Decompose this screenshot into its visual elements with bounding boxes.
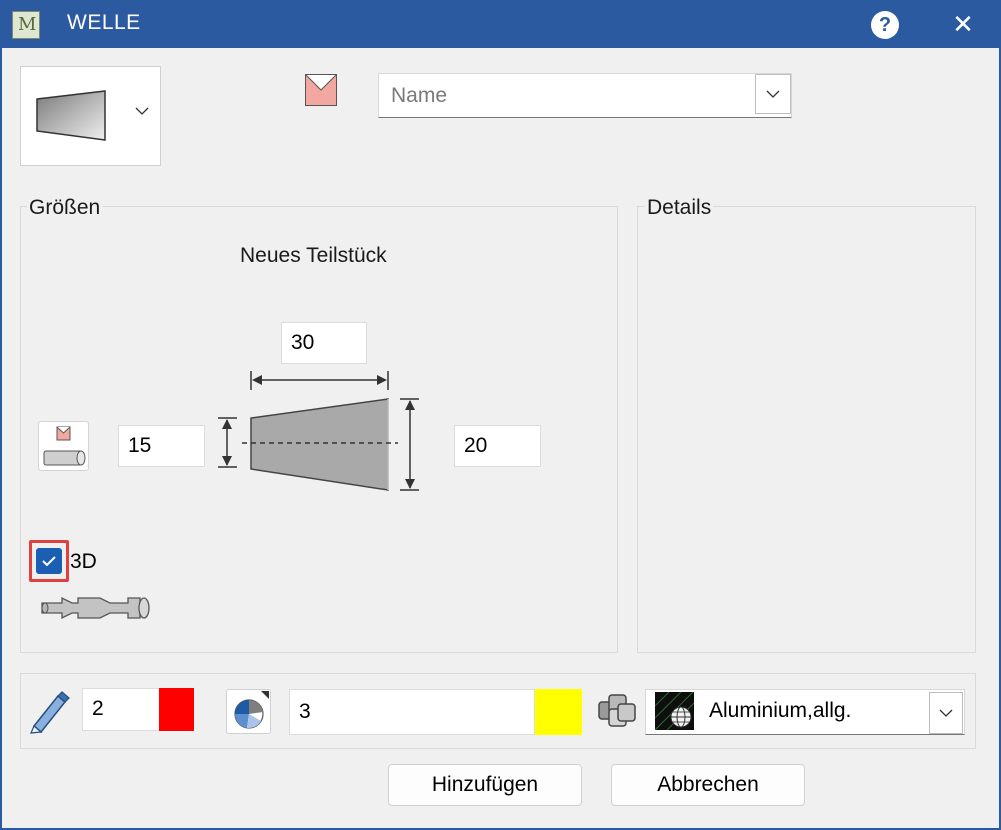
app-icon: M <box>12 11 40 39</box>
3d-checkbox[interactable] <box>36 548 62 574</box>
envelope-icon <box>305 74 337 106</box>
chevron-down-icon[interactable] <box>135 106 149 116</box>
chevron-down-icon <box>766 90 780 98</box>
layers-icon <box>598 694 636 727</box>
details-group <box>637 206 976 653</box>
shaft-preview-icon <box>41 596 150 620</box>
material-dropdown-button[interactable] <box>929 692 963 734</box>
add-button[interactable]: Hinzufügen <box>388 764 582 806</box>
name-dropdown-button[interactable] <box>755 74 791 114</box>
pie-chart-icon <box>234 691 269 729</box>
3d-checkbox-label[interactable]: 3D <box>70 550 97 574</box>
globe-icon <box>655 692 694 730</box>
sizes-group-label: Größen <box>27 196 103 220</box>
left-diameter-input[interactable]: 15 <box>118 425 205 467</box>
right-diameter-input[interactable]: 20 <box>454 425 541 467</box>
close-button[interactable]: ✕ <box>948 8 978 40</box>
chevron-down-icon <box>939 709 953 717</box>
fill-color-swatch[interactable] <box>535 689 582 735</box>
dimension-diagram <box>218 371 419 491</box>
pen-width-input[interactable]: 2 <box>82 688 161 731</box>
fill-style-button[interactable] <box>226 689 271 734</box>
pencil-icon <box>30 691 70 734</box>
tapered-segment-shape <box>250 398 389 491</box>
title-bar <box>0 0 1001 48</box>
window-title: WELLE <box>67 11 141 34</box>
pen-color-swatch[interactable] <box>159 688 194 731</box>
checkmark-icon <box>42 556 56 567</box>
fill-style-input[interactable]: 3 <box>289 689 535 735</box>
section-mode-button[interactable] <box>38 421 89 471</box>
tapered-shaft-segment-icon <box>36 90 106 141</box>
name-input[interactable]: Name <box>391 84 447 108</box>
details-group-label: Details <box>645 196 714 220</box>
shape-selector[interactable] <box>20 66 161 166</box>
material-hatch-swatch <box>655 692 694 730</box>
cylinder-with-envelope-icon <box>43 426 86 466</box>
app-icon-letter: M <box>18 14 37 35</box>
material-value[interactable]: Aluminium,allg. <box>709 699 851 723</box>
cancel-button[interactable]: Abbrechen <box>611 764 805 806</box>
length-input[interactable]: 30 <box>281 322 367 364</box>
part-title: Neues Teilstück <box>240 244 387 267</box>
help-button[interactable]: ? <box>871 11 899 39</box>
